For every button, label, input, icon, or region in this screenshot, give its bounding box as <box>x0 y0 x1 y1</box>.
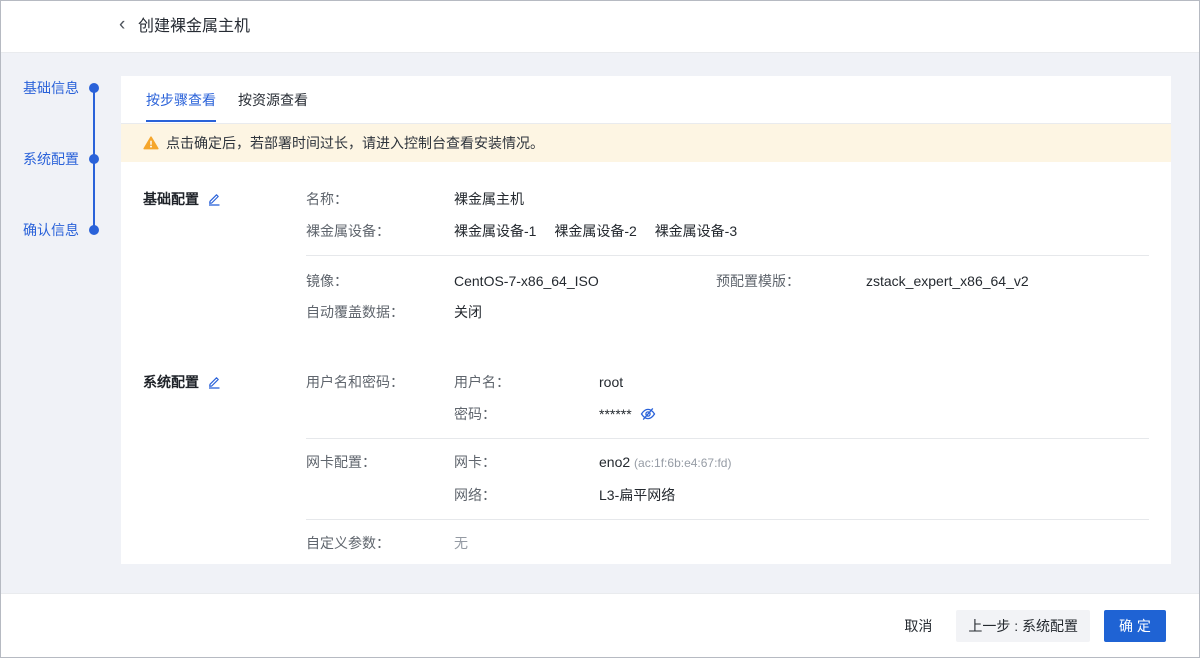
template-value: zstack_expert_x86_64_v2 <box>866 271 1029 292</box>
section-title-system-config: 系统配置 <box>143 372 221 395</box>
create-baremetal-page: ‹ 创建裸金属主机 基础信息 系统配置 确认信息 按步骤查看 按资源查看 点击确… <box>0 0 1200 658</box>
edit-basic-config-icon[interactable] <box>207 191 221 212</box>
summary-content: 基础配置 名称： 裸金属主机 裸金属设备： 裸金属设备-1 裸金属设备-2 裸金… <box>121 76 1171 564</box>
section-title-system-config-text: 系统配置 <box>143 374 199 390</box>
device-item: 裸金属设备-3 <box>655 223 737 239</box>
confirm-button[interactable]: 确 定 <box>1104 610 1166 642</box>
device-label: 裸金属设备： <box>306 221 390 242</box>
back-icon[interactable]: ‹ <box>119 1 125 49</box>
stepper-item-confirm-info[interactable]: 确认信息 <box>23 220 79 240</box>
template-label: 预配置模版： <box>716 271 800 292</box>
stepper-dot-confirm-info <box>89 225 99 235</box>
page-title: 创建裸金属主机 <box>138 1 250 52</box>
stepper-item-system-config[interactable]: 系统配置 <box>23 149 79 169</box>
stepper-dot-system-config <box>89 154 99 164</box>
footer-actions: 取消 上一步 : 系统配置 确 定 <box>904 594 1166 657</box>
nic-group-label: 网卡配置： <box>306 452 376 473</box>
name-label: 名称： <box>306 189 348 210</box>
stepper: 基础信息 系统配置 确认信息 <box>1 53 121 353</box>
device-item: 裸金属设备-1 <box>454 223 536 239</box>
page-footer: 取消 上一步 : 系统配置 确 定 <box>1 593 1199 657</box>
nic-name: eno2 <box>599 454 630 470</box>
password-value: ****** <box>599 404 656 428</box>
name-value: 裸金属主机 <box>454 189 524 210</box>
username-label: 用户名： <box>454 372 510 393</box>
credentials-label: 用户名和密码： <box>306 372 404 393</box>
custom-params-value: 无 <box>454 533 468 554</box>
nic-mac: (ac:1f:6b:e4:67:fd) <box>634 456 731 470</box>
stepper-item-basic-info[interactable]: 基础信息 <box>23 78 79 98</box>
password-masked: ****** <box>599 406 632 422</box>
section-title-basic-config-text: 基础配置 <box>143 191 199 207</box>
device-values: 裸金属设备-1 裸金属设备-2 裸金属设备-3 <box>454 221 751 242</box>
password-visibility-icon[interactable] <box>640 406 656 428</box>
divider <box>306 519 1149 520</box>
custom-params-label: 自定义参数： <box>306 533 390 554</box>
nic-value: eno2 (ac:1f:6b:e4:67:fd) <box>599 452 731 474</box>
edit-system-config-icon[interactable] <box>207 374 221 395</box>
image-value: CentOS-7-x86_64_ISO <box>454 271 599 292</box>
overwrite-value: 关闭 <box>454 302 482 323</box>
network-label: 网络： <box>454 485 496 506</box>
section-title-basic-config: 基础配置 <box>143 189 221 212</box>
nic-label: 网卡： <box>454 452 496 473</box>
stepper-dot-basic-info <box>89 83 99 93</box>
username-value: root <box>599 372 623 393</box>
divider <box>306 255 1149 256</box>
prev-step-button[interactable]: 上一步 : 系统配置 <box>956 610 1090 642</box>
page-header: ‹ 创建裸金属主机 <box>1 1 1199 53</box>
divider <box>306 438 1149 439</box>
cancel-button[interactable]: 取消 <box>904 616 932 636</box>
network-value: L3-扁平网络 <box>599 485 675 506</box>
image-label: 镜像： <box>306 271 348 292</box>
confirm-card: 按步骤查看 按资源查看 点击确定后，若部署时间过长，请进入控制台查看安装情况。 … <box>121 76 1171 564</box>
password-label: 密码： <box>454 404 496 425</box>
overwrite-label: 自动覆盖数据： <box>306 302 404 323</box>
device-item: 裸金属设备-2 <box>554 223 636 239</box>
